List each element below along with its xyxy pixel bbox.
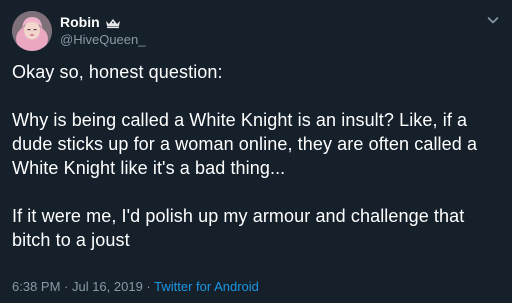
timestamp[interactable]: 6:38 PM · Jul 16, 2019 [12, 279, 143, 294]
display-name[interactable]: Robin [60, 13, 100, 31]
author-handle[interactable]: @HiveQueen_ [60, 32, 145, 48]
tweet-paragraph: Okay so, honest question: [12, 62, 223, 82]
crown-icon [105, 16, 121, 29]
avatar[interactable] [12, 11, 52, 51]
source-link[interactable]: Twitter for Android [154, 279, 259, 294]
tweet-paragraph: Why is being called a White Knight is an… [12, 110, 478, 178]
avatar-photo-icon [12, 11, 52, 51]
tweet-text: Okay so, honest question: Why is being c… [12, 60, 502, 252]
tweet-card: Robin @HiveQueen_ Okay so, honest questi… [0, 0, 512, 303]
author-name-row[interactable]: Robin [60, 13, 121, 31]
tweet-meta: 6:38 PM · Jul 16, 2019 · Twitter for And… [12, 279, 259, 295]
chevron-down-icon[interactable] [486, 13, 500, 27]
meta-separator: · [142, 279, 155, 294]
tweet-paragraph: If it were me, I'd polish up my armour a… [12, 206, 465, 250]
